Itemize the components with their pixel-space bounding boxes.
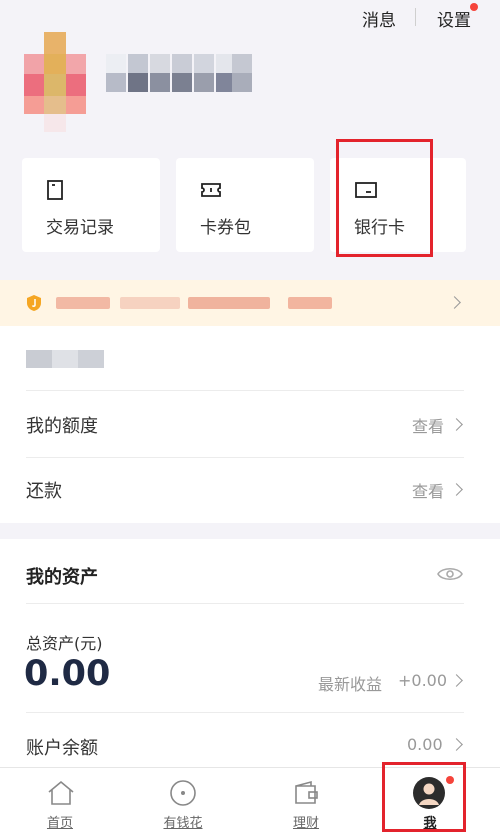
ticket-icon <box>201 183 221 197</box>
settings-button[interactable]: 设置 <box>437 6 471 31</box>
highlight-box-me-tab <box>382 762 466 832</box>
coin-icon <box>170 780 196 806</box>
tab-licai-label: 理财 <box>292 816 319 831</box>
section-label-blurred <box>26 350 104 368</box>
chevron-right-icon <box>450 418 463 431</box>
divider <box>26 712 464 713</box>
tab-licai[interactable]: 理财 <box>256 768 356 837</box>
coupons-card[interactable]: 卡券包 <box>176 158 314 252</box>
balance-label[interactable]: 账户余额 <box>26 734 98 760</box>
shield-icon <box>27 295 41 311</box>
tab-home[interactable]: 首页 <box>10 768 110 837</box>
repay-label: 还款 <box>26 481 62 502</box>
chevron-right-icon <box>450 483 463 496</box>
messages-button[interactable]: 消息 <box>362 6 396 31</box>
avatar[interactable] <box>24 28 88 134</box>
quota-view-link[interactable]: 查看 <box>412 413 444 437</box>
divider <box>26 390 464 391</box>
highlight-box-bank-card <box>336 139 433 257</box>
repay-view-link[interactable]: 查看 <box>412 478 444 502</box>
home-icon <box>48 780 74 805</box>
assets-title: 我的资产 <box>26 567 98 588</box>
document-icon <box>47 180 63 200</box>
notice-bar[interactable] <box>0 280 500 326</box>
transactions-card[interactable]: 交易记录 <box>22 158 160 252</box>
total-assets-value: 0.00 <box>24 654 111 694</box>
tab-home-label: 首页 <box>46 816 73 831</box>
tab-youqianhua-label: 有钱花 <box>163 816 203 831</box>
latest-earnings-value[interactable]: +0.00 <box>398 671 447 690</box>
divider <box>26 603 464 604</box>
notice-chevron-icon <box>448 296 461 309</box>
eye-icon[interactable] <box>437 566 463 582</box>
account-panel: 我的额度 查看 还款 查看 <box>0 326 500 523</box>
wallet-icon <box>295 780 318 804</box>
transactions-label: 交易记录 <box>46 218 114 238</box>
quota-label: 我的额度 <box>26 416 98 437</box>
balance-value[interactable]: 0.00 <box>407 735 443 754</box>
header-divider <box>415 8 416 26</box>
tab-youqianhua[interactable]: 有钱花 <box>133 768 233 837</box>
user-name-blurred <box>106 54 252 92</box>
repay-row[interactable]: 还款 查看 <box>0 457 500 523</box>
quota-row[interactable]: 我的额度 查看 <box>0 392 500 458</box>
total-assets-label: 总资产(元) <box>26 634 103 653</box>
latest-earnings-label[interactable]: 最新收益 <box>318 671 382 695</box>
coupons-label: 卡券包 <box>200 218 251 238</box>
settings-badge <box>470 3 478 11</box>
